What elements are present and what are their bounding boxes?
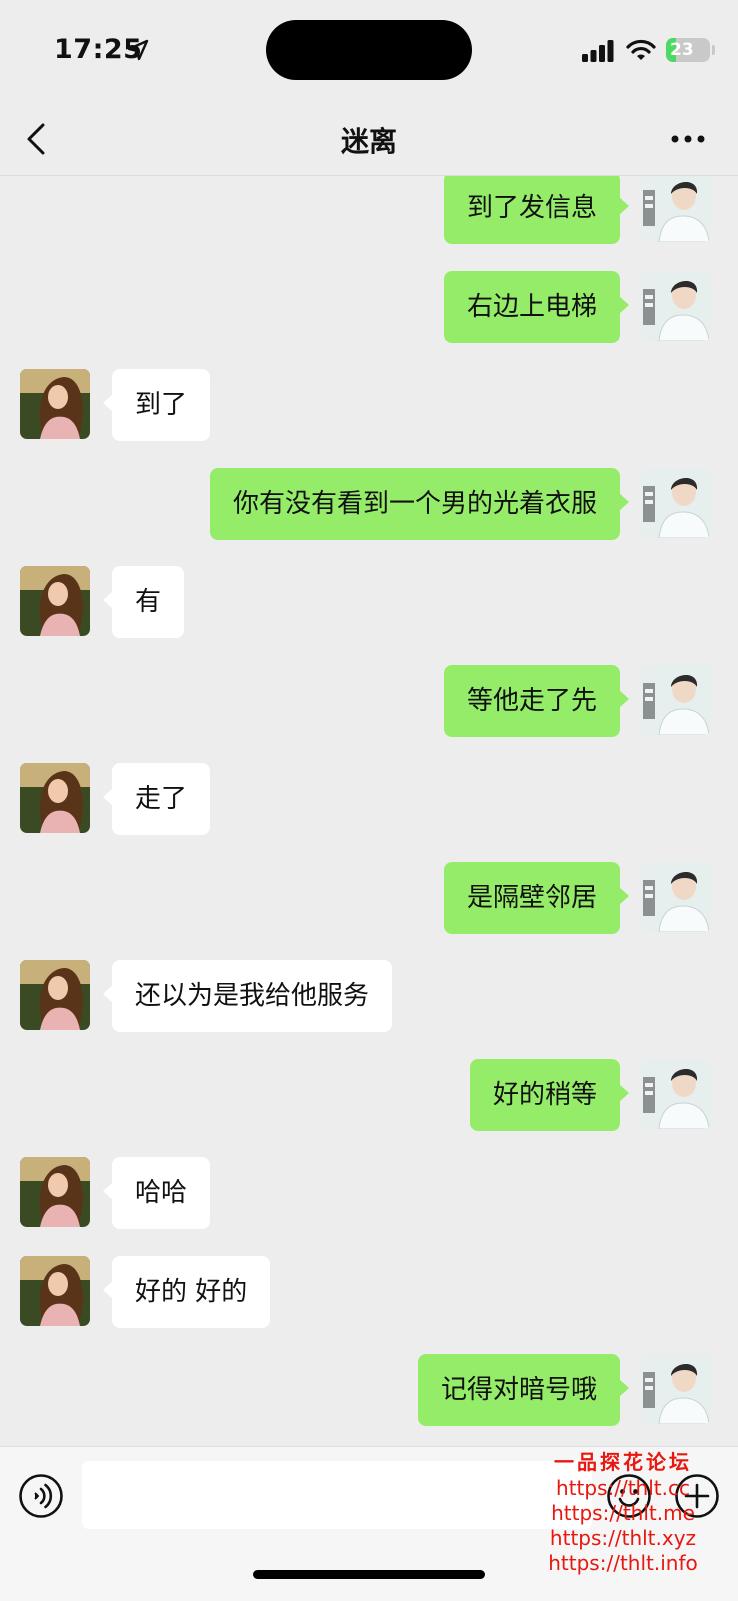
my-avatar[interactable] — [641, 1058, 711, 1129]
received-message-row: 哈哈 — [0, 1157, 738, 1229]
home-indicator[interactable] — [253, 1570, 485, 1579]
contact-avatar[interactable] — [20, 1157, 90, 1227]
watermark-url: https://thlt.cc — [556, 1476, 690, 1500]
my-avatar[interactable] — [641, 270, 711, 341]
my-avatar[interactable] — [641, 176, 711, 242]
watermark-url: https://thlt.me — [551, 1501, 695, 1525]
sent-message-bubble[interactable]: 到了发信息 — [443, 176, 630, 244]
sent-message-bubble[interactable]: 记得对暗号哦 — [417, 1354, 630, 1426]
sent-message-bubble[interactable]: 好的稍等 — [469, 1058, 630, 1131]
my-avatar[interactable] — [641, 861, 711, 932]
sent-message-bubble[interactable]: 等他走了先 — [443, 664, 630, 737]
received-message-row: 还以为是我给他服务 — [0, 960, 738, 1032]
sent-message-row: 好的稍等 — [0, 1058, 738, 1131]
status-bar: 17:25 23 — [0, 0, 738, 100]
wifi-icon — [626, 39, 656, 60]
received-message-row: 有 — [0, 566, 738, 638]
chat-header: 迷离 — [0, 100, 738, 176]
received-message-bubble[interactable]: 到了 — [102, 369, 211, 441]
sent-message-row: 你有没有看到一个男的光着衣服 — [0, 467, 738, 540]
contact-avatar[interactable] — [20, 960, 90, 1030]
received-message-row: 到了 — [0, 369, 738, 441]
my-avatar[interactable] — [641, 664, 711, 735]
my-avatar[interactable] — [641, 467, 711, 538]
battery-cap — [712, 45, 715, 55]
my-avatar[interactable] — [641, 1354, 711, 1424]
received-message-bubble[interactable]: 哈哈 — [102, 1157, 211, 1229]
voice-icon[interactable] — [18, 1473, 64, 1519]
sent-message-row: 到了发信息 — [0, 176, 738, 244]
location-arrow-icon — [127, 39, 149, 61]
signal-icon — [582, 40, 614, 62]
sent-message-row: 等他走了先 — [0, 664, 738, 737]
contact-avatar[interactable] — [20, 763, 90, 833]
message-list[interactable]: 到了发信息右边上电梯到了你有没有看到一个男的光着衣服有等他走了先走了是隔壁邻居还… — [0, 176, 738, 1446]
received-message-row: 好的 好的 — [0, 1255, 738, 1328]
received-message-bubble[interactable]: 走了 — [102, 763, 211, 835]
sent-message-row: 右边上电梯 — [0, 270, 738, 343]
sent-message-row: 记得对暗号哦 — [0, 1354, 738, 1426]
watermark: 一品探花论坛 https://thlt.cc https://thlt.me h… — [508, 1448, 738, 1576]
received-message-bubble[interactable]: 还以为是我给他服务 — [102, 960, 393, 1032]
received-message-bubble[interactable]: 好的 好的 — [102, 1255, 271, 1328]
sent-message-row: 是隔壁邻居 — [0, 861, 738, 934]
sent-message-bubble[interactable]: 是隔壁邻居 — [443, 861, 630, 934]
more-dots-icon[interactable] — [670, 134, 706, 144]
chat-title: 迷离 — [340, 125, 397, 158]
contact-avatar[interactable] — [20, 369, 90, 439]
watermark-url: https://thlt.info — [548, 1551, 698, 1575]
received-message-row: 走了 — [0, 763, 738, 835]
watermark-title: 一品探花论坛 — [554, 1450, 692, 1474]
contact-avatar[interactable] — [20, 1255, 90, 1326]
sent-message-bubble[interactable]: 右边上电梯 — [443, 270, 630, 343]
received-message-bubble[interactable]: 有 — [102, 566, 185, 638]
sent-message-bubble[interactable]: 你有没有看到一个男的光着衣服 — [209, 467, 630, 540]
contact-avatar[interactable] — [20, 566, 90, 636]
battery-percent: 23 — [670, 40, 694, 60]
dynamic-island — [266, 20, 472, 80]
watermark-url: https://thlt.xyz — [549, 1526, 697, 1550]
battery-indicator: 23 — [666, 38, 710, 62]
